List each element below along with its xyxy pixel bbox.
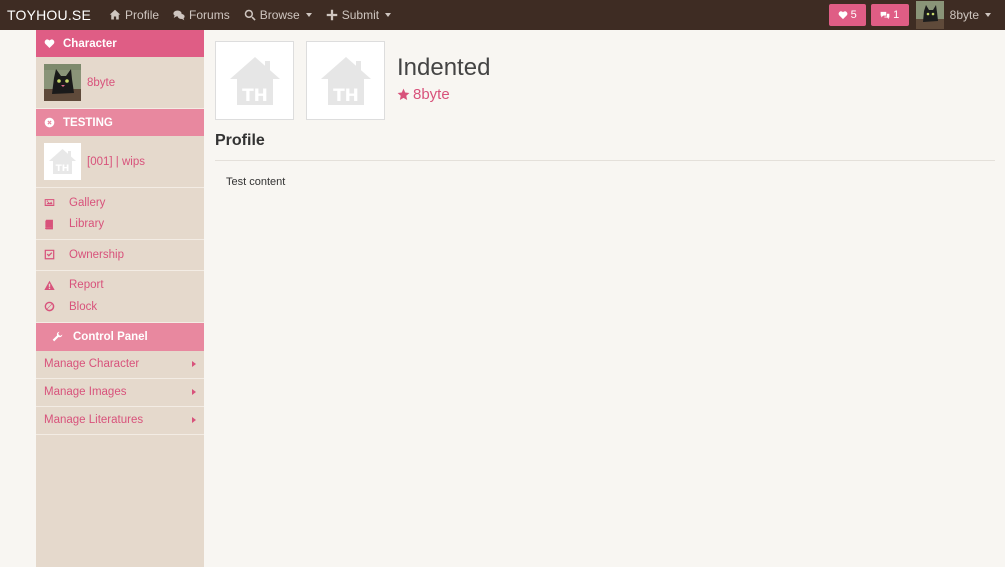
sidebar-item-library-label: Library bbox=[69, 218, 105, 231]
folder-thumbnail[interactable]: TH bbox=[44, 143, 81, 180]
username-label: 8byte bbox=[949, 8, 979, 22]
plus-icon bbox=[326, 9, 337, 21]
menu-manage-literatures[interactable]: Manage Literatures bbox=[36, 407, 204, 435]
caret-down-icon bbox=[985, 13, 991, 17]
nav-submit-label: Submit bbox=[341, 8, 380, 22]
character-image-2[interactable]: TH bbox=[306, 41, 385, 120]
menu-manage-character[interactable]: Manage Character bbox=[36, 351, 204, 379]
folder-item-link[interactable]: [001] | wips bbox=[87, 156, 145, 168]
character-header-label: Character bbox=[63, 37, 117, 50]
sidebar-item-ownership[interactable]: Ownership bbox=[36, 244, 204, 266]
sidebar-group-media: Gallery Library bbox=[36, 188, 204, 240]
comments-icon bbox=[173, 10, 185, 21]
caret-right-icon bbox=[192, 389, 196, 395]
sidebar-group-moderation: Report Block bbox=[36, 271, 204, 323]
book-icon bbox=[45, 219, 53, 230]
nav-browse-label: Browse bbox=[259, 8, 300, 22]
warning-icon bbox=[44, 280, 55, 290]
sidebar-item-ownership-label: Ownership bbox=[69, 248, 124, 261]
favorites-button[interactable]: 5 bbox=[828, 4, 866, 26]
character-image-1[interactable]: TH bbox=[215, 41, 294, 120]
section-title: Profile bbox=[215, 132, 265, 149]
placeholder-text: TH bbox=[333, 86, 359, 106]
cat-avatar-icon bbox=[915, 1, 944, 29]
messages-button[interactable]: 1 bbox=[870, 4, 909, 26]
character-thumbnail[interactable] bbox=[44, 64, 81, 101]
brand-logo[interactable]: TOYHOU.SE bbox=[7, 7, 91, 23]
sidebar-group-ownership: Ownership bbox=[36, 240, 204, 271]
nav-right: 5 1 8byte bbox=[828, 0, 1005, 30]
sidebar-item-gallery-label: Gallery bbox=[69, 196, 106, 209]
home-icon bbox=[109, 9, 121, 20]
star-icon bbox=[397, 88, 410, 100]
sidebar: Character 8byte TESTING TH [001] | wips … bbox=[36, 30, 204, 567]
folder-header-label: TESTING bbox=[63, 116, 113, 129]
caret-down-icon bbox=[305, 13, 312, 17]
caret-right-icon bbox=[192, 417, 196, 423]
owner-link[interactable]: 8byte bbox=[397, 86, 450, 103]
image-icon bbox=[44, 199, 55, 207]
sidebar-item-block[interactable]: Block bbox=[36, 296, 204, 318]
comments-icon bbox=[880, 11, 890, 20]
house-placeholder-icon: TH bbox=[320, 56, 371, 106]
menu-manage-images-label: Manage Images bbox=[44, 386, 127, 398]
control-panel-header: Control Panel bbox=[36, 322, 204, 351]
check-square-icon bbox=[44, 249, 55, 260]
profile-content: Test content bbox=[226, 176, 286, 188]
nav-profile[interactable]: Profile bbox=[109, 0, 159, 30]
house-placeholder-icon: TH bbox=[229, 56, 280, 106]
cat-thumbnail-icon bbox=[44, 64, 81, 101]
top-navbar: TOYHOU.SE Profile Forums Browse Submit 5… bbox=[0, 0, 1005, 30]
menu-manage-character-label: Manage Character bbox=[44, 358, 140, 370]
caret-down-icon bbox=[385, 13, 392, 17]
character-link[interactable]: 8byte bbox=[87, 77, 115, 89]
placeholder-text: TH bbox=[56, 164, 70, 174]
sidebar-item-block-label: Block bbox=[69, 300, 98, 313]
heart-icon bbox=[44, 39, 55, 48]
character-title: Indented bbox=[397, 54, 491, 81]
folder-item[interactable]: TH [001] | wips bbox=[36, 136, 204, 188]
ban-icon bbox=[44, 301, 55, 312]
messages-count: 1 bbox=[893, 9, 900, 21]
sidebar-item-report[interactable]: Report bbox=[36, 275, 204, 297]
menu-manage-images[interactable]: Manage Images bbox=[36, 379, 204, 407]
wrench-icon bbox=[52, 331, 63, 342]
favorites-count: 5 bbox=[850, 9, 857, 21]
nav-profile-label: Profile bbox=[125, 8, 160, 22]
character-header: Character bbox=[36, 30, 204, 57]
sidebar-item-report-label: Report bbox=[69, 279, 104, 292]
menu-manage-literatures-label: Manage Literatures bbox=[44, 414, 144, 426]
nav-forums[interactable]: Forums bbox=[173, 0, 230, 30]
sidebar-item-gallery[interactable]: Gallery bbox=[36, 192, 204, 214]
folder-header[interactable]: TESTING bbox=[36, 109, 204, 136]
nav-submit[interactable]: Submit bbox=[326, 0, 392, 30]
placeholder-text: TH bbox=[242, 86, 268, 106]
user-avatar[interactable] bbox=[915, 1, 944, 29]
nav-browse[interactable]: Browse bbox=[244, 0, 312, 30]
house-placeholder-icon: TH bbox=[44, 143, 81, 180]
heart-icon bbox=[838, 11, 847, 20]
sidebar-item-library[interactable]: Library bbox=[36, 214, 204, 236]
owner-name: 8byte bbox=[413, 86, 450, 103]
sidebar-character[interactable]: 8byte bbox=[36, 57, 204, 109]
search-icon bbox=[244, 9, 256, 21]
nav-forums-label: Forums bbox=[189, 8, 230, 22]
control-panel-label: Control Panel bbox=[73, 330, 148, 343]
user-menu[interactable]: 8byte bbox=[950, 8, 991, 22]
caret-right-icon bbox=[192, 361, 196, 367]
section-divider bbox=[215, 160, 995, 161]
times-circle-icon bbox=[44, 117, 55, 128]
